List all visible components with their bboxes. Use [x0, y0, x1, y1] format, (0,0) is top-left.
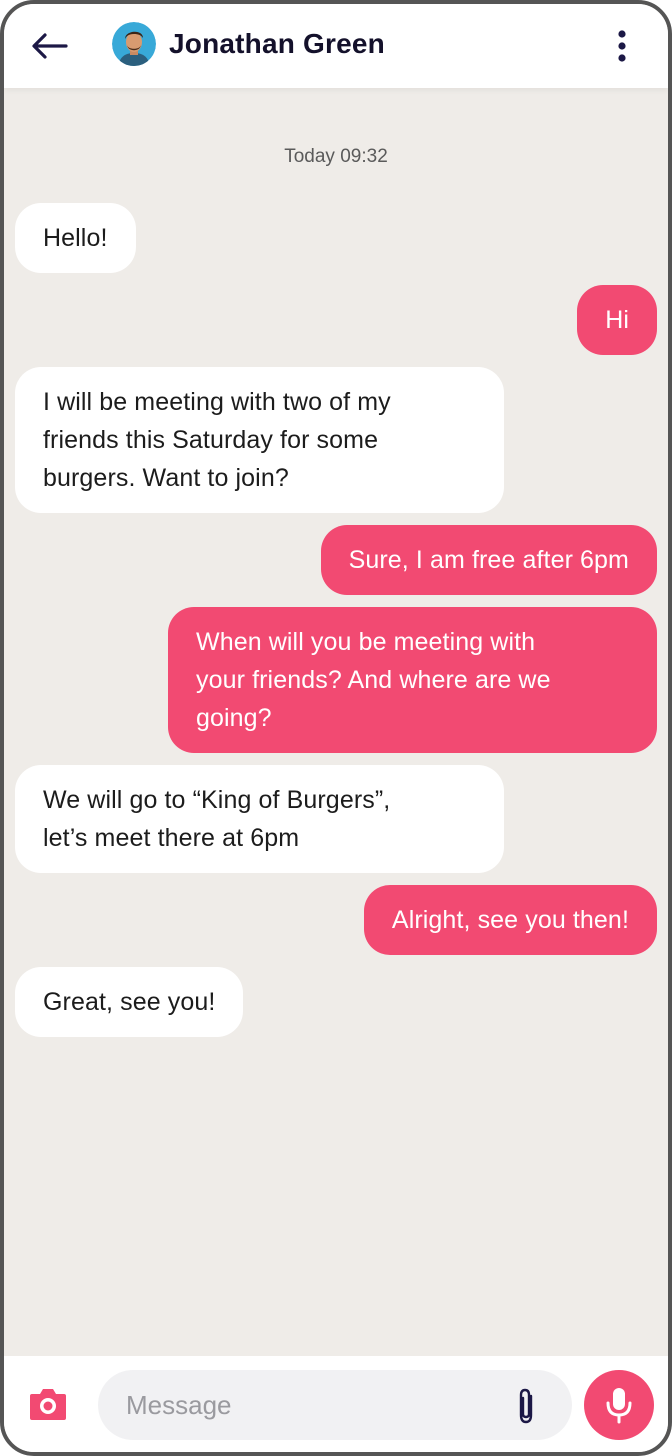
camera-button[interactable] [28, 1386, 68, 1422]
attach-button[interactable] [512, 1386, 540, 1426]
message-received[interactable]: We will go to “King of Burgers”, let’s m… [15, 765, 504, 873]
chat-header: Jonathan Green [4, 4, 668, 88]
more-vertical-icon [618, 30, 626, 62]
message-sent[interactable]: Hi [577, 285, 657, 355]
arrow-left-icon [32, 33, 68, 59]
message-field [98, 1370, 572, 1440]
chat-timestamp: Today 09:32 [284, 146, 388, 167]
microphone-button[interactable] [584, 1370, 654, 1440]
camera-icon [30, 1389, 66, 1420]
message-composer [4, 1356, 668, 1452]
message-received[interactable]: Great, see you! [15, 967, 244, 1037]
message-sent[interactable]: When will you be meeting with your frien… [168, 607, 657, 753]
message-received[interactable]: Hello! [15, 203, 136, 273]
phone-frame: Jonathan Green Today 09:32 Hello! Hi I w… [0, 0, 672, 1456]
message-received[interactable]: I will be meeting with two of my friends… [15, 367, 504, 513]
avatar-image [112, 22, 156, 66]
message-sent[interactable]: Sure, I am free after 6pm [320, 525, 657, 595]
paperclip-icon [519, 1388, 533, 1424]
message-sent[interactable]: Alright, see you then! [363, 885, 657, 955]
message-input[interactable] [126, 1370, 496, 1440]
avatar[interactable] [112, 22, 156, 66]
more-options-button[interactable] [604, 24, 640, 68]
microphone-icon [606, 1388, 632, 1424]
back-button[interactable] [28, 24, 72, 68]
contact-name[interactable]: Jonathan Green [169, 28, 385, 60]
